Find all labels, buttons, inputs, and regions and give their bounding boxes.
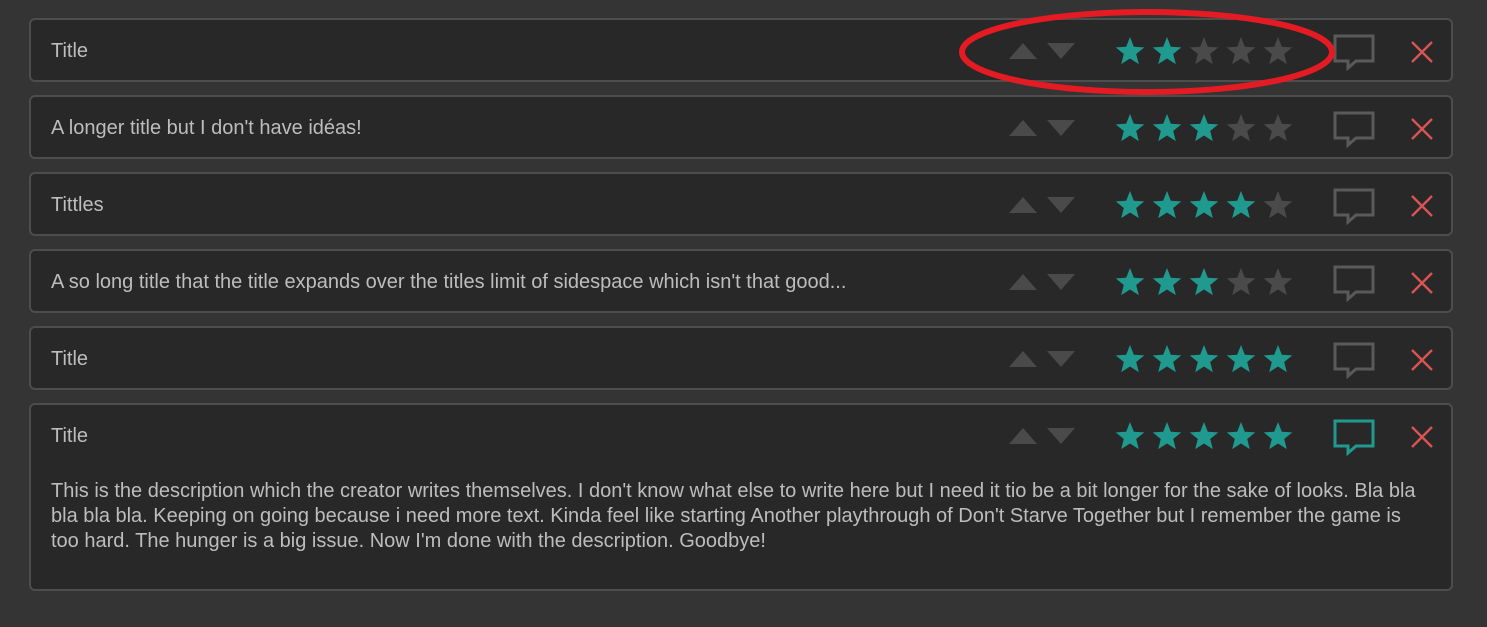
star-filled-icon[interactable] [1150, 421, 1184, 451]
downvote-icon[interactable] [1045, 271, 1077, 293]
list-item[interactable]: Title [29, 326, 1453, 390]
downvote-icon[interactable] [1045, 40, 1077, 62]
upvote-icon[interactable] [1007, 425, 1039, 447]
star-empty-icon[interactable] [1261, 36, 1295, 66]
downvote-icon[interactable] [1045, 117, 1077, 139]
item-title: Title [51, 348, 89, 370]
vote-controls [1007, 194, 1077, 216]
star-filled-icon[interactable] [1113, 190, 1147, 220]
vote-controls [1007, 271, 1077, 293]
star-filled-icon[interactable] [1187, 190, 1221, 220]
remove-button[interactable] [1410, 40, 1434, 64]
upvote-icon[interactable] [1007, 348, 1039, 370]
speech-bubble-icon [1333, 419, 1375, 456]
list-item[interactable]: Tittles [29, 172, 1453, 236]
star-rating [1113, 113, 1295, 143]
star-filled-icon[interactable] [1261, 421, 1295, 451]
star-empty-icon[interactable] [1261, 190, 1295, 220]
star-filled-icon[interactable] [1150, 344, 1184, 374]
star-filled-icon[interactable] [1150, 267, 1184, 297]
comment-button[interactable] [1332, 33, 1376, 71]
remove-button[interactable] [1410, 271, 1434, 295]
remove-button[interactable] [1410, 194, 1434, 218]
speech-bubble-icon [1333, 265, 1375, 302]
star-empty-icon[interactable] [1261, 267, 1295, 297]
close-icon [1411, 195, 1433, 217]
item-title: Title [51, 40, 89, 62]
vote-controls [1007, 117, 1077, 139]
star-filled-icon[interactable] [1113, 113, 1147, 143]
list-item[interactable]: Title This is the description which the c… [29, 403, 1453, 591]
speech-bubble-icon [1333, 188, 1375, 225]
remove-button[interactable] [1410, 117, 1434, 141]
close-icon [1411, 349, 1433, 371]
remove-button[interactable] [1410, 425, 1434, 449]
star-filled-icon[interactable] [1150, 113, 1184, 143]
star-empty-icon[interactable] [1224, 36, 1258, 66]
star-rating [1113, 267, 1295, 297]
item-title: Title [51, 425, 89, 447]
list-item[interactable]: A so long title that the title expands o… [29, 249, 1453, 313]
star-filled-icon[interactable] [1224, 190, 1258, 220]
star-filled-icon[interactable] [1187, 113, 1221, 143]
item-title: A so long title that the title expands o… [51, 271, 847, 293]
speech-bubble-icon [1333, 111, 1375, 148]
star-empty-icon[interactable] [1224, 113, 1258, 143]
star-rating [1113, 36, 1295, 66]
upvote-icon[interactable] [1007, 271, 1039, 293]
item-title: Tittles [51, 194, 104, 216]
comment-button[interactable] [1332, 187, 1376, 225]
item-list: Title A longer title but I don't have idé… [29, 18, 1453, 604]
star-filled-icon[interactable] [1224, 344, 1258, 374]
star-filled-icon[interactable] [1187, 344, 1221, 374]
star-filled-icon[interactable] [1150, 36, 1184, 66]
downvote-icon[interactable] [1045, 348, 1077, 370]
speech-bubble-icon [1333, 34, 1375, 71]
close-icon [1411, 41, 1433, 63]
star-filled-icon[interactable] [1224, 421, 1258, 451]
star-filled-icon[interactable] [1150, 190, 1184, 220]
star-rating [1113, 344, 1295, 374]
speech-bubble-icon [1333, 342, 1375, 379]
star-filled-icon[interactable] [1113, 36, 1147, 66]
item-description: This is the description which the creato… [51, 480, 1416, 552]
list-item[interactable]: Title [29, 18, 1453, 82]
close-icon [1411, 272, 1433, 294]
upvote-icon[interactable] [1007, 40, 1039, 62]
star-empty-icon[interactable] [1187, 36, 1221, 66]
star-empty-icon[interactable] [1261, 113, 1295, 143]
close-icon [1411, 426, 1433, 448]
upvote-icon[interactable] [1007, 194, 1039, 216]
upvote-icon[interactable] [1007, 117, 1039, 139]
star-filled-icon[interactable] [1261, 344, 1295, 374]
remove-button[interactable] [1410, 348, 1434, 372]
star-filled-icon[interactable] [1113, 344, 1147, 374]
list-item[interactable]: A longer title but I don't have idéas! [29, 95, 1453, 159]
comment-button[interactable] [1332, 341, 1376, 379]
downvote-icon[interactable] [1045, 194, 1077, 216]
star-rating [1113, 190, 1295, 220]
vote-controls [1007, 425, 1077, 447]
comment-button[interactable] [1332, 110, 1376, 148]
star-empty-icon[interactable] [1224, 267, 1258, 297]
vote-controls [1007, 40, 1077, 62]
comment-button[interactable] [1332, 264, 1376, 302]
close-icon [1411, 118, 1433, 140]
comment-button[interactable] [1332, 418, 1376, 456]
star-filled-icon[interactable] [1187, 421, 1221, 451]
star-filled-icon[interactable] [1113, 421, 1147, 451]
vote-controls [1007, 348, 1077, 370]
star-filled-icon[interactable] [1187, 267, 1221, 297]
item-title: A longer title but I don't have idéas! [51, 117, 362, 139]
star-rating [1113, 421, 1295, 451]
downvote-icon[interactable] [1045, 425, 1077, 447]
star-filled-icon[interactable] [1113, 267, 1147, 297]
